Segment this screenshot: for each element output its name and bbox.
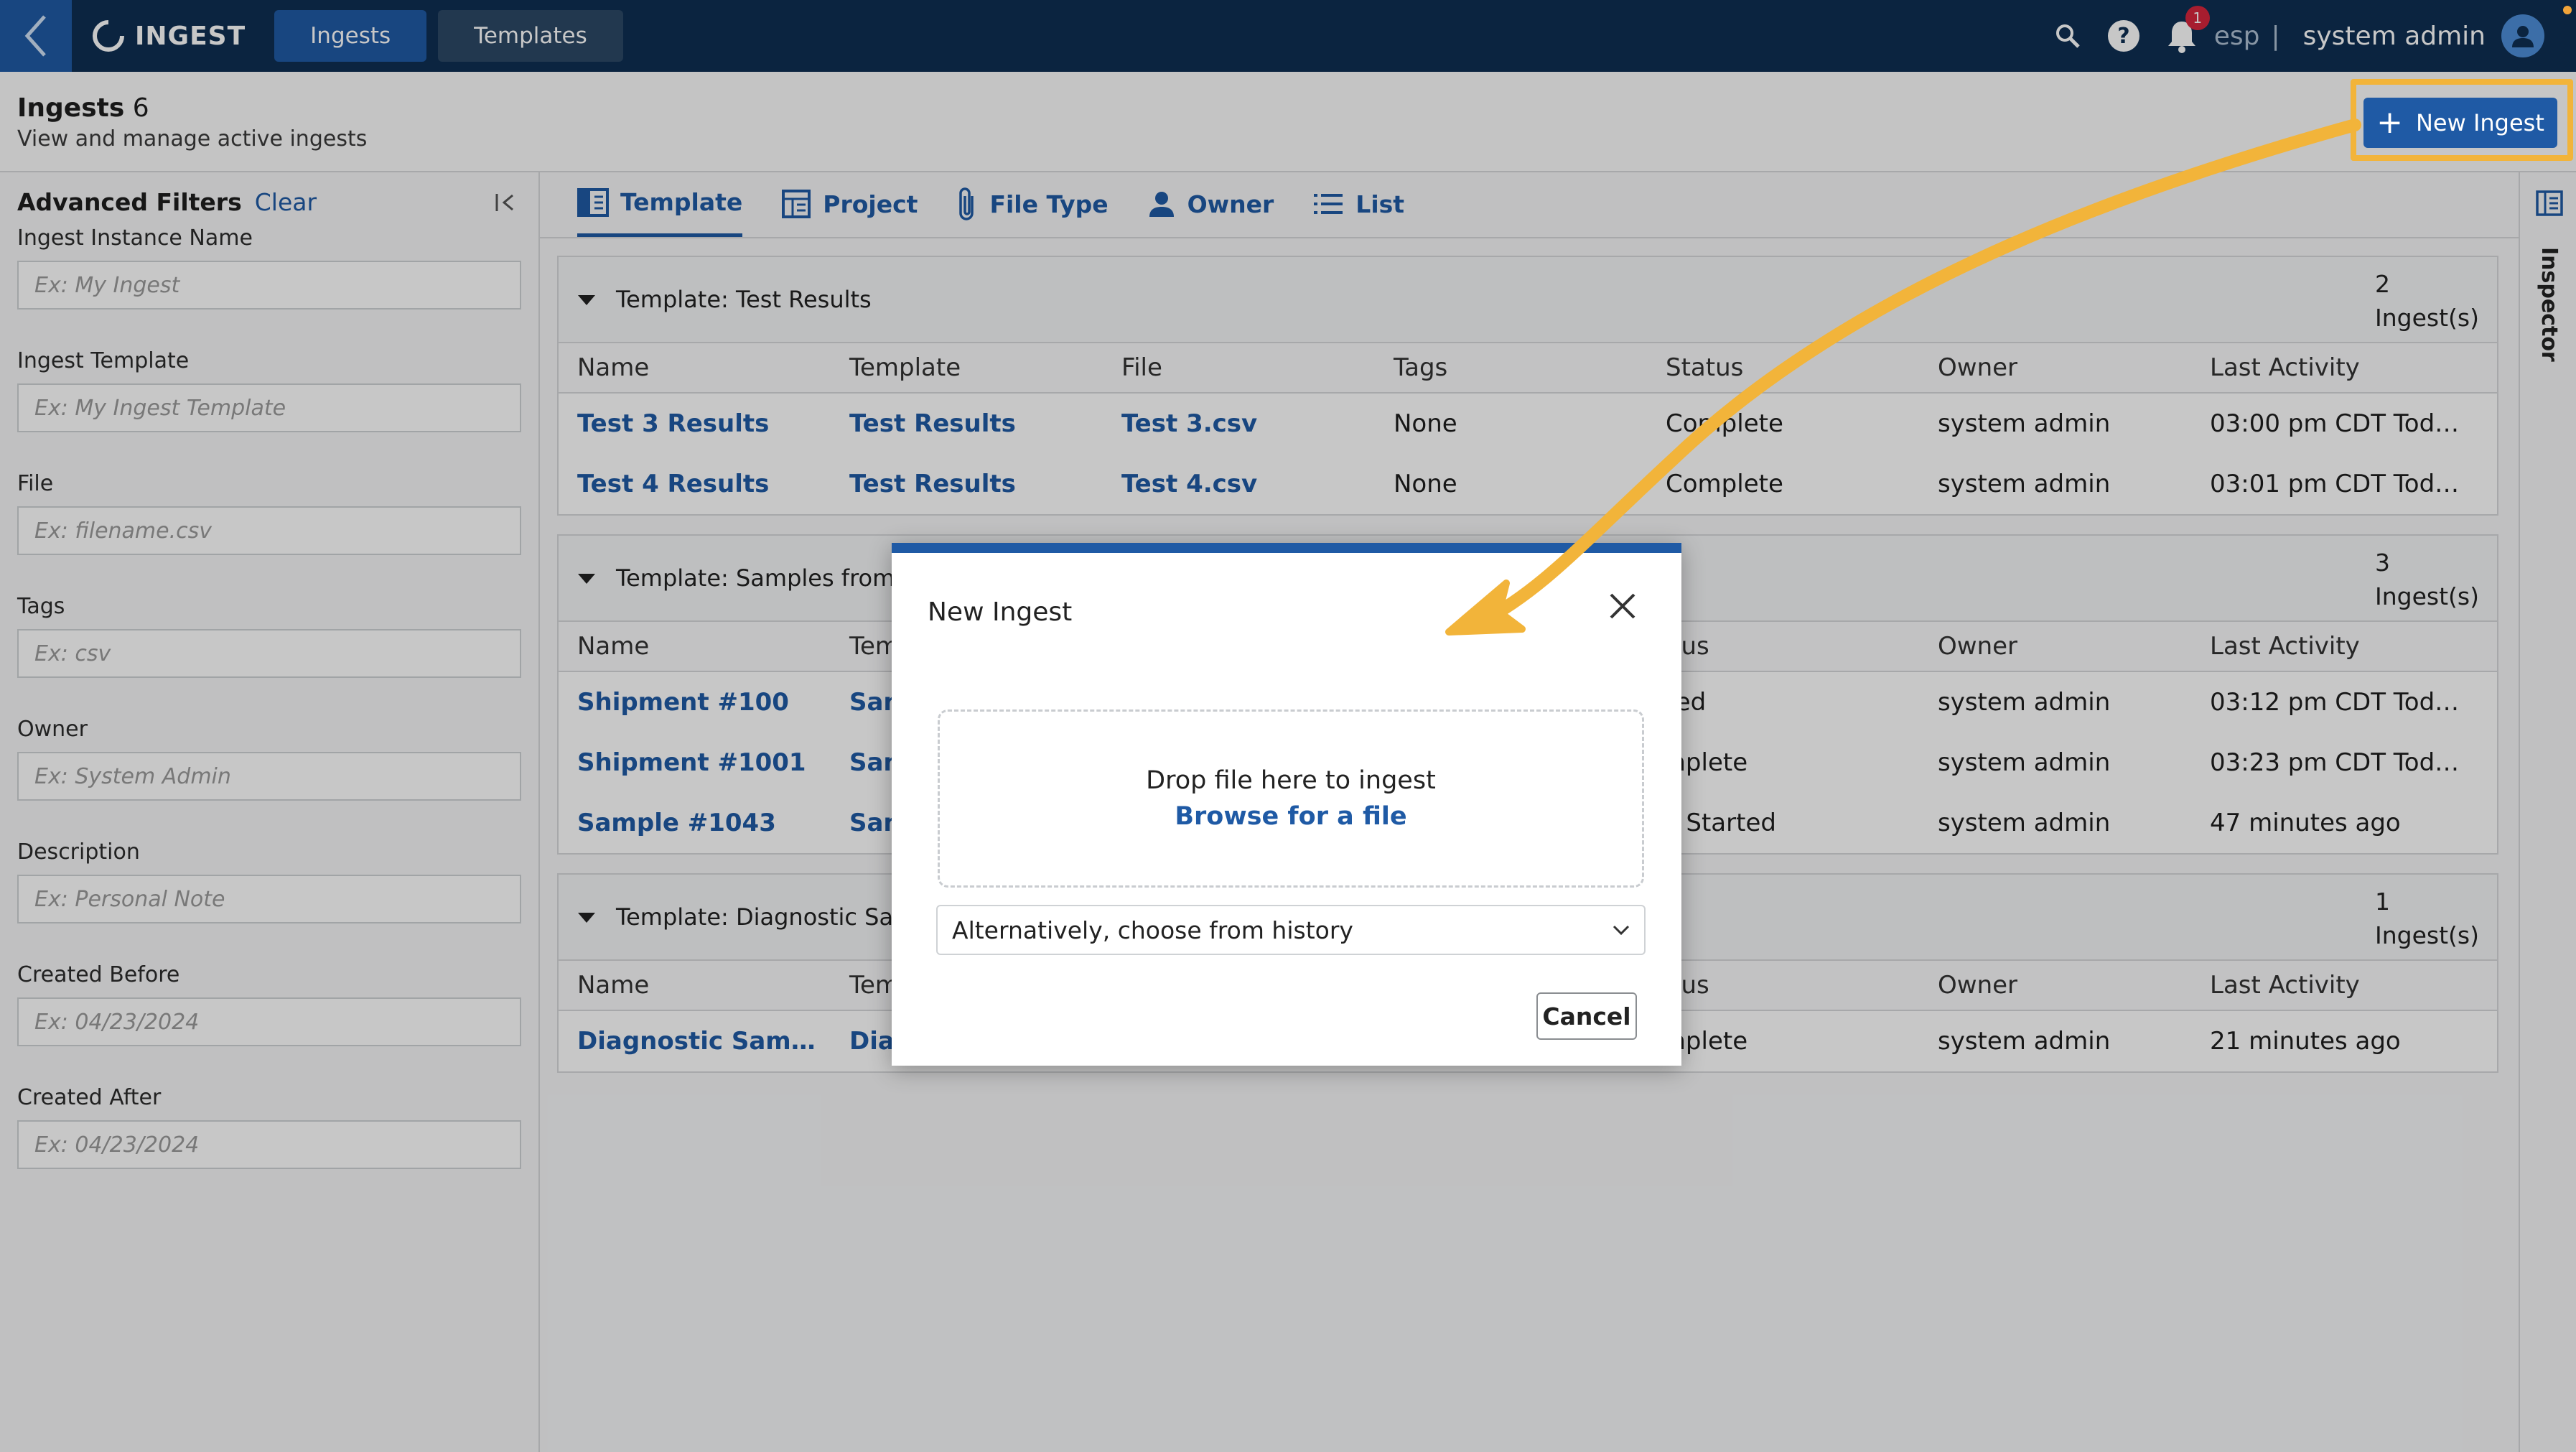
history-select[interactable]: Alternatively, choose from history — [936, 905, 1646, 955]
browse-file-link[interactable]: Browse for a file — [1175, 802, 1406, 831]
new-ingest-button[interactable]: + New Ingest — [2363, 98, 2557, 148]
new-ingest-dialog: New Ingest Drop file here to ingest Brow… — [892, 543, 1681, 1066]
file-dropzone[interactable]: Drop file here to ingest Browse for a fi… — [938, 709, 1644, 888]
plus-icon: + — [2376, 104, 2403, 141]
cancel-button[interactable]: Cancel — [1536, 992, 1637, 1040]
close-button[interactable] — [1607, 590, 1638, 625]
status-dot — [2563, 6, 2572, 14]
dropzone-text: Drop file here to ingest — [1146, 766, 1436, 795]
chevron-down-icon — [1613, 925, 1630, 936]
history-select-value: Alternatively, choose from history — [952, 916, 1353, 944]
close-icon — [1610, 593, 1635, 619]
dialog-title: New Ingest — [928, 597, 1073, 627]
new-ingest-label: New Ingest — [2415, 109, 2544, 136]
